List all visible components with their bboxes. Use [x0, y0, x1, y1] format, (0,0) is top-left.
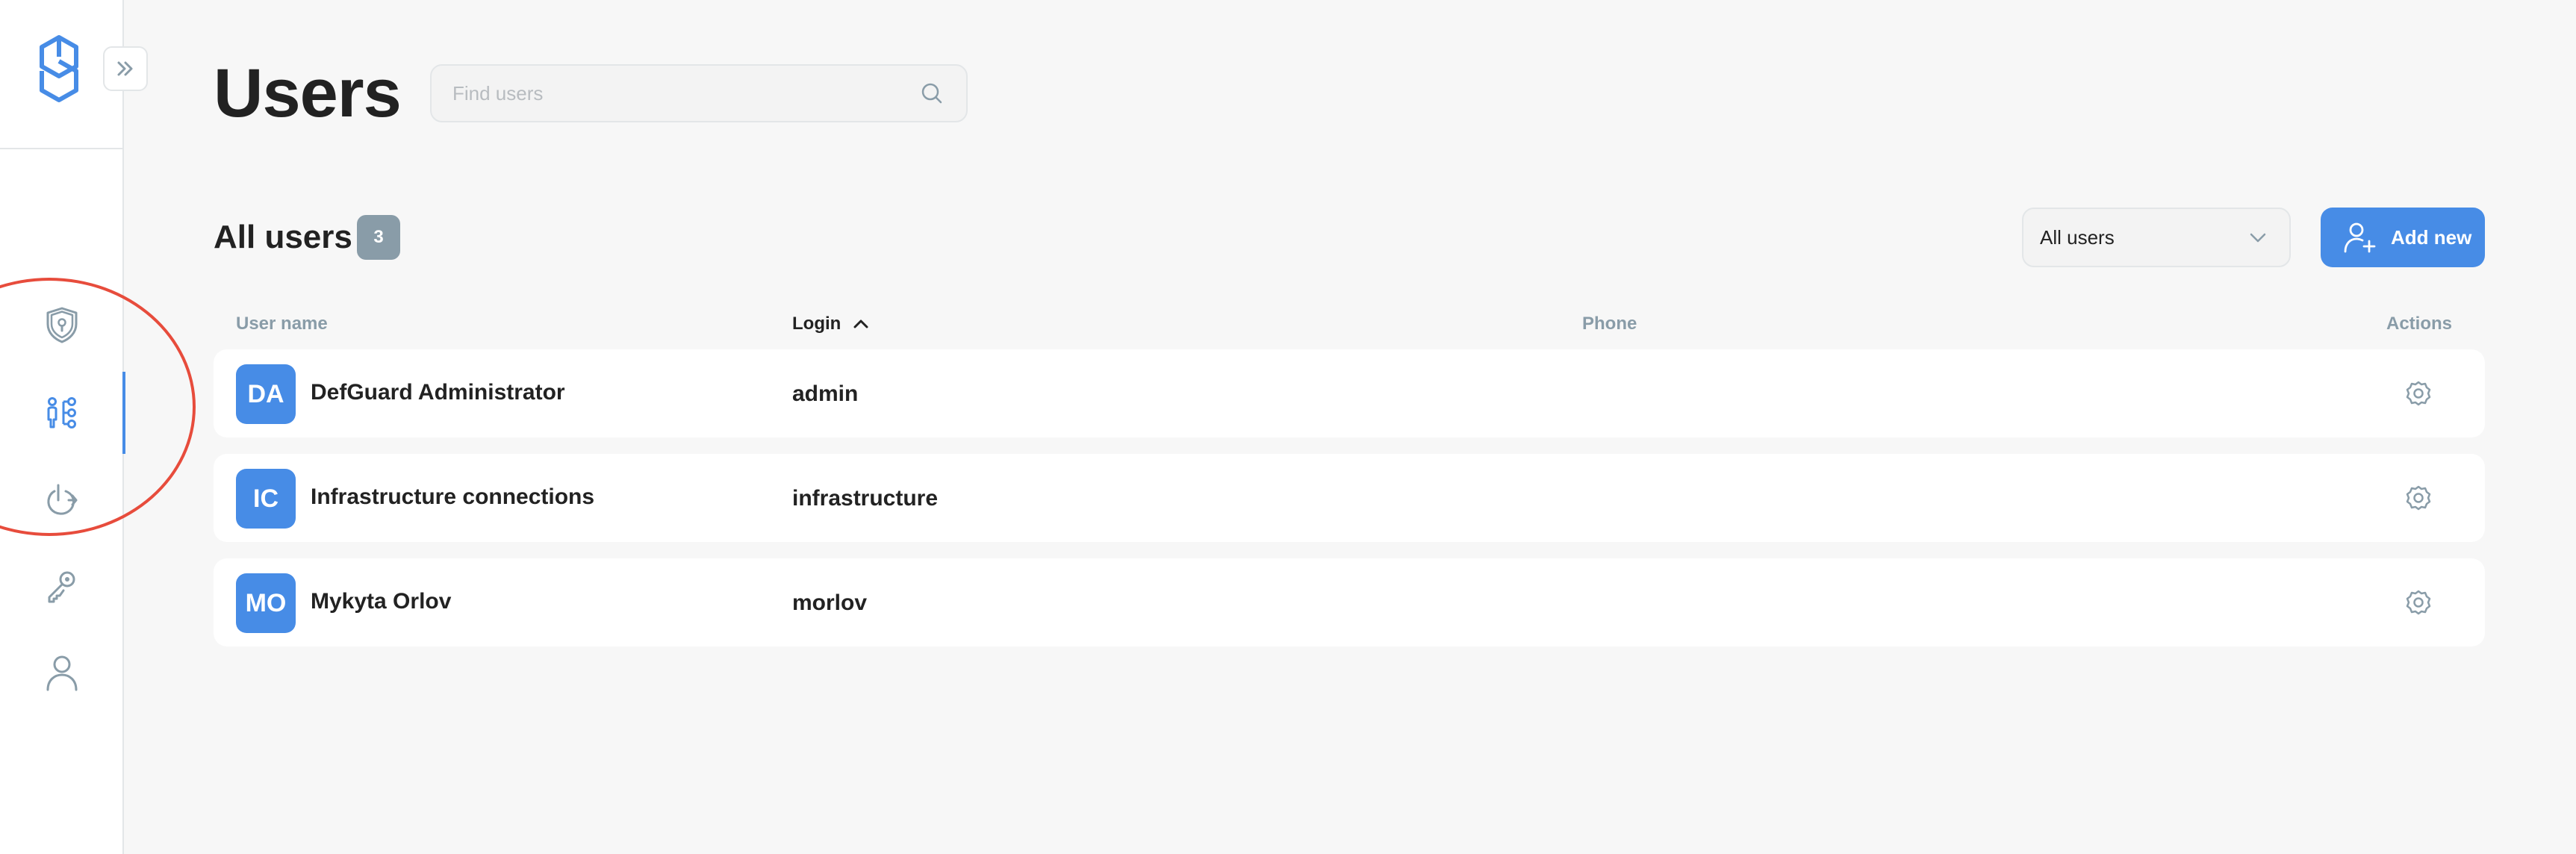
search-icon[interactable] [918, 80, 945, 107]
sidebar-divider [0, 148, 124, 149]
avatar: DA [236, 364, 296, 424]
column-header-user-name[interactable]: User name [236, 312, 328, 336]
avatar: MO [236, 573, 296, 633]
user-name[interactable]: DefGuard Administrator [311, 379, 565, 406]
user-login: admin [792, 381, 859, 406]
section-title: All users [214, 219, 352, 255]
sidebar-item-users[interactable] [0, 372, 125, 454]
gear-icon [2406, 381, 2431, 406]
power-arrow-icon [47, 484, 78, 515]
add-user-button[interactable]: Add new [2321, 208, 2485, 267]
shield-lock-icon [46, 307, 78, 343]
user-filter-select[interactable]: All users [2022, 208, 2291, 267]
column-header-actions: Actions [2386, 314, 2453, 334]
users-count-badge: 3 [357, 215, 400, 260]
user-name[interactable]: Mykyta Orlov [311, 588, 451, 615]
sidebar [0, 0, 125, 854]
chevron-down-icon [2250, 233, 2266, 243]
expand-sidebar-button[interactable] [103, 46, 148, 91]
user-name[interactable]: Infrastructure connections [311, 484, 594, 511]
user-settings-button[interactable] [2400, 479, 2437, 517]
chevron-double-right-icon [117, 61, 133, 76]
key-icon [48, 571, 75, 603]
sort-ascending-icon [853, 320, 868, 328]
user-login: infrastructure [792, 486, 939, 511]
table-row[interactable]: DA DefGuard Administrator admin [214, 349, 2485, 437]
add-user-icon [2344, 222, 2376, 253]
user-settings-button[interactable] [2400, 375, 2437, 412]
sidebar-item-security[interactable] [0, 284, 124, 366]
sidebar-item-profile[interactable] [0, 632, 124, 714]
filter-selected-value: All users [2040, 225, 2115, 249]
add-user-label: Add new [2391, 225, 2472, 249]
column-header-login[interactable]: Login [792, 312, 871, 336]
gear-icon [2406, 485, 2431, 511]
avatar: IC [236, 469, 296, 529]
table-row[interactable]: IC Infrastructure connections infrastruc… [214, 454, 2485, 542]
user-settings-button[interactable] [2400, 584, 2437, 621]
users-network-icon [47, 397, 76, 428]
page-title: Users [214, 55, 402, 131]
defguard-logo[interactable] [39, 34, 79, 103]
user-login: morlov [792, 590, 868, 615]
person-icon [46, 655, 78, 691]
gear-icon [2406, 590, 2431, 615]
search-input[interactable] [452, 81, 918, 105]
sidebar-item-openid[interactable] [0, 458, 124, 540]
search-box[interactable] [430, 64, 968, 122]
column-header-login-label: Login [792, 314, 841, 334]
column-header-phone[interactable]: Phone [1582, 312, 1637, 336]
sidebar-item-keys[interactable] [0, 545, 124, 627]
table-row[interactable]: MO Mykyta Orlov morlov [214, 558, 2485, 646]
